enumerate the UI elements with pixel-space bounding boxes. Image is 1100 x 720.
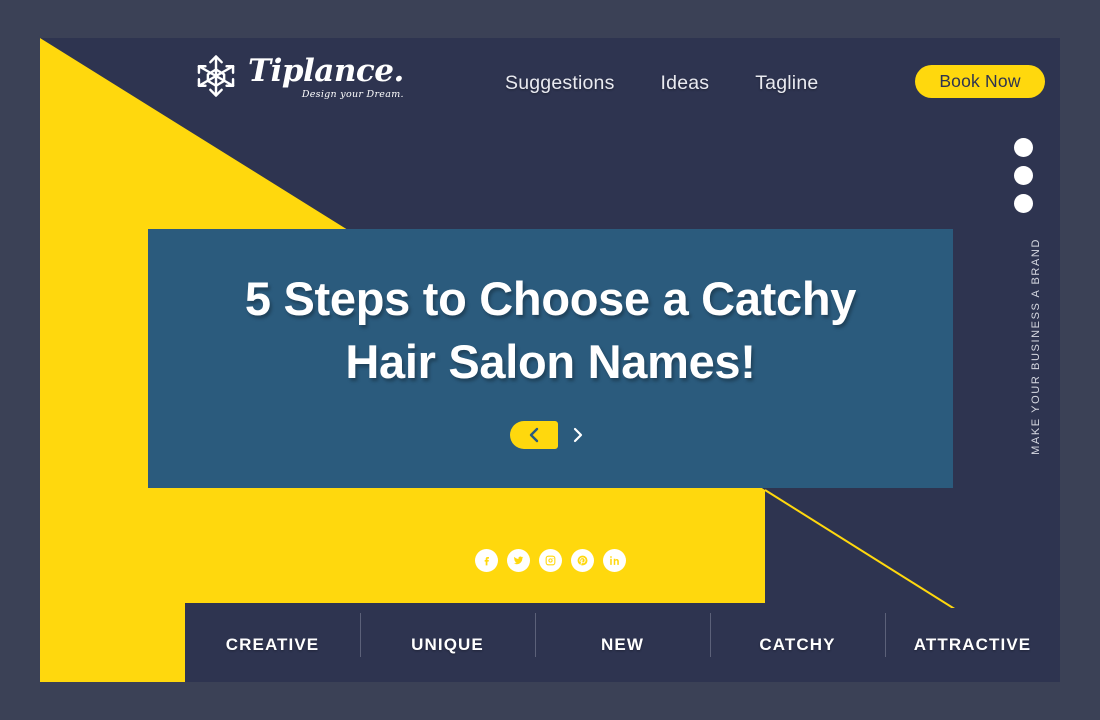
slide-indicator-dots <box>1014 138 1033 213</box>
hero-title-line-2: Hair Salon Names! <box>345 334 756 388</box>
chevron-left-icon <box>529 427 538 443</box>
carousel-prev-button[interactable] <box>509 421 558 449</box>
linkedin-icon <box>609 556 619 565</box>
nav-item-suggestions[interactable]: Suggestions <box>505 72 615 95</box>
social-links <box>40 549 1060 572</box>
vertical-slogan: MAKE YOUR BUSINESS A BRAND <box>1030 238 1042 455</box>
social-link-pinterest[interactable] <box>570 549 594 572</box>
slide-dot-3[interactable] <box>1014 194 1033 213</box>
brand-logo[interactable]: Tiplance. Design your Dream. <box>190 50 404 102</box>
nav-item-ideas[interactable]: Ideas <box>661 72 710 95</box>
slide-page: Tiplance. Design your Dream. Suggestions… <box>0 0 1100 720</box>
social-link-facebook[interactable] <box>474 549 498 572</box>
main-menu: Suggestions Ideas Tagline <box>505 38 818 128</box>
social-link-instagram[interactable] <box>538 549 562 572</box>
carousel-next-button[interactable] <box>564 421 592 449</box>
slide-canvas: Tiplance. Design your Dream. Suggestions… <box>40 38 1060 682</box>
tab-catchy[interactable]: CATCHY <box>710 613 885 657</box>
snowflake-icon <box>197 55 235 97</box>
brand-tagline: Design your Dream. <box>301 89 404 100</box>
social-link-twitter[interactable] <box>506 549 530 572</box>
carousel-controls <box>509 421 592 449</box>
hero-panel: 5 Steps to Choose a Catchy Hair Salon Na… <box>148 229 953 488</box>
pinterest-icon <box>577 555 587 566</box>
nav-item-tagline[interactable]: Tagline <box>755 72 818 95</box>
instagram-icon <box>545 555 555 566</box>
social-link-linkedin[interactable] <box>602 549 626 572</box>
tab-attractive[interactable]: ATTRACTIVE <box>885 613 1060 657</box>
hero-title: 5 Steps to Choose a Catchy Hair Salon Na… <box>205 268 896 393</box>
twitter-icon <box>513 556 523 565</box>
book-now-button[interactable]: Book Now <box>915 65 1045 98</box>
slide-dot-1[interactable] <box>1014 138 1033 157</box>
slide-dot-2[interactable] <box>1014 166 1033 185</box>
tab-unique[interactable]: UNIQUE <box>360 613 535 657</box>
hero-title-line-1: 5 Steps to Choose a Catchy <box>244 272 857 325</box>
chevron-right-icon <box>573 427 582 443</box>
facebook-icon <box>484 557 489 566</box>
category-tabs: CREATIVE UNIQUE NEW CATCHY ATTRACTIVE <box>185 608 1060 682</box>
top-navigation-bar: Tiplance. Design your Dream. Suggestions… <box>40 38 1060 128</box>
tab-new[interactable]: NEW <box>535 613 710 657</box>
brand-name: Tiplance. <box>248 53 404 89</box>
tab-creative[interactable]: CREATIVE <box>185 635 360 655</box>
